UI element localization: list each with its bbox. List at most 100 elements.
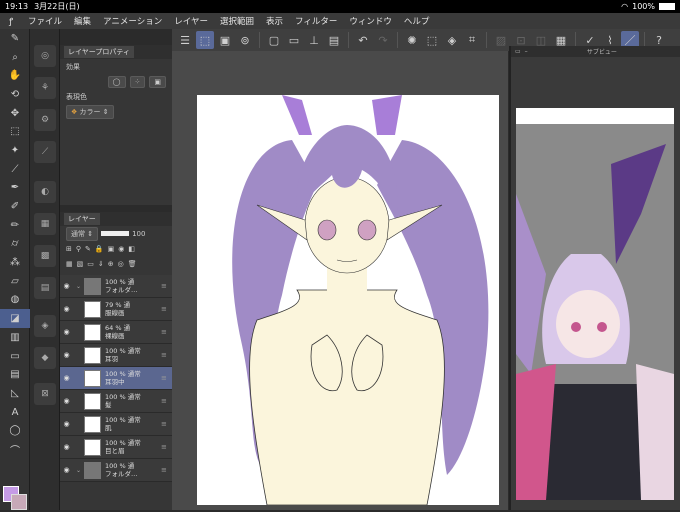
fill-bucket-icon[interactable]: ◪ <box>0 309 30 328</box>
drag-handle-icon[interactable]: ≡ <box>161 305 169 313</box>
new-file-icon[interactable]: ▢ <box>265 31 283 49</box>
layer-row[interactable]: ◉ 100 % 通常 目と眉 ≡ <box>60 436 172 459</box>
visibility-eye-icon[interactable]: ◉ <box>60 443 73 451</box>
move-icon[interactable]: ✥ <box>0 104 30 123</box>
lock-icon[interactable]: 🔒 <box>95 245 104 253</box>
drag-handle-icon[interactable]: ≡ <box>161 443 169 451</box>
layer-row[interactable]: ◉ 100 % 通常 耳羽 ≡ <box>60 344 172 367</box>
material-icon[interactable]: ⊠ <box>34 383 56 405</box>
loop-icon[interactable]: ⊚ <box>236 31 254 49</box>
loading-icon[interactable]: ✺ <box>403 31 421 49</box>
transfer-down-icon[interactable]: ⇓ <box>98 260 104 268</box>
frame-icon[interactable]: ▤ <box>0 365 30 384</box>
layer-property-icon[interactable]: ◈ <box>34 315 56 337</box>
color-swatches[interactable] <box>3 486 29 512</box>
layer-row[interactable]: ◉ ⌄ 100 % 通フォルダ… ≡ <box>60 459 172 482</box>
clip-icon[interactable]: ⊞ <box>66 245 72 253</box>
layer-lock-icon[interactable]: ⌄ <box>73 283 84 290</box>
gradient-icon[interactable]: ▥ <box>0 328 30 347</box>
layer-color-icon[interactable]: ▣ <box>149 75 166 88</box>
sub-color-swatch[interactable] <box>11 494 27 510</box>
layer-color-toggle-icon[interactable]: ◧ <box>128 245 135 253</box>
redo-icon[interactable]: ↷ <box>374 31 392 49</box>
visibility-eye-icon[interactable]: ◉ <box>60 328 73 336</box>
layer-row[interactable]: ◉ 100 % 通常髪 ≡ <box>60 390 172 413</box>
window-menu-icon[interactable]: ▭ <box>515 48 521 55</box>
hand-icon[interactable]: ✋ <box>0 66 30 85</box>
drag-handle-icon[interactable]: ≡ <box>161 374 169 382</box>
menu-file[interactable]: ファイル <box>22 15 68 27</box>
color-set-icon[interactable]: ▦ <box>34 213 56 235</box>
brush-size-icon[interactable]: ⟋ <box>34 141 56 163</box>
minimize-icon[interactable]: – <box>525 48 528 55</box>
magic-wand-icon[interactable]: ✦ <box>0 141 30 160</box>
app-logo-icon[interactable]: ꝭ <box>0 16 22 27</box>
navigator-icon[interactable]: ◎ <box>34 45 56 67</box>
drag-handle-icon[interactable]: ≡ <box>161 351 169 359</box>
eraser-icon[interactable]: ▱ <box>0 272 30 291</box>
layer-row[interactable]: ◉ 100 % 通常 耳羽中 ≡ <box>60 367 172 390</box>
menu-animation[interactable]: アニメーション <box>97 15 168 27</box>
drag-handle-icon[interactable]: ≡ <box>161 466 169 474</box>
drag-handle-icon[interactable]: ≡ <box>161 328 169 336</box>
visibility-eye-icon[interactable]: ◉ <box>60 397 73 405</box>
ruler-icon[interactable]: ◺ <box>0 384 30 403</box>
drag-handle-icon[interactable]: ≡ <box>161 420 169 428</box>
rotate-icon[interactable]: ⟲ <box>0 85 30 104</box>
mask-icon[interactable]: ◉ <box>118 245 124 253</box>
zoom-icon[interactable]: ⌕ <box>0 48 30 67</box>
marker-icon[interactable]: ✏ <box>0 216 30 235</box>
visibility-eye-icon[interactable]: ◉ <box>60 466 73 474</box>
text-icon[interactable]: A <box>0 403 30 422</box>
pen-icon[interactable]: ✒ <box>0 179 30 198</box>
pencil-icon[interactable]: ✐ <box>0 197 30 216</box>
layer-row[interactable]: ◉ 79 % 通服線画 ≡ <box>60 298 172 321</box>
menu-filter[interactable]: フィルター <box>289 15 343 27</box>
menu-layer[interactable]: レイヤー <box>168 15 214 27</box>
draft-icon[interactable]: ✎ <box>85 245 91 253</box>
layer-icon[interactable]: ◆ <box>34 347 56 369</box>
border-effect-icon[interactable]: ◯ <box>107 75 126 88</box>
open-folder-icon[interactable]: ▭ <box>285 31 303 49</box>
pen-brush-icon[interactable]: ✎ <box>0 29 30 48</box>
menu-edit[interactable]: 編集 <box>68 15 97 27</box>
transform-icon[interactable]: ⌗ <box>463 31 481 49</box>
undo-icon[interactable]: ↶ <box>354 31 372 49</box>
blend-icon[interactable]: ◍ <box>0 291 30 310</box>
eyedropper-icon[interactable]: ⟋ <box>0 160 30 179</box>
menu-help[interactable]: ヘルプ <box>398 15 436 27</box>
save-icon[interactable]: ⊥ <box>305 31 323 49</box>
visibility-eye-icon[interactable]: ◉ <box>60 374 73 382</box>
opacity-slider[interactable] <box>101 231 130 236</box>
clear-icon[interactable]: ⬚ <box>423 31 441 49</box>
drawing-canvas[interactable] <box>197 95 499 505</box>
tone-effect-icon[interactable]: ⁘ <box>129 75 146 88</box>
color-history-icon[interactable]: ▤ <box>34 277 56 299</box>
canvas-area[interactable] <box>172 51 508 510</box>
color-mode-select[interactable]: ❖ カラー ⇕ <box>66 104 114 119</box>
reference-icon[interactable]: ⚲ <box>76 245 81 253</box>
drag-handle-icon[interactable]: ≡ <box>161 397 169 405</box>
layer-preview-icon[interactable]: ▣ <box>216 31 234 49</box>
visibility-eye-icon[interactable]: ◉ <box>60 351 73 359</box>
layer-row[interactable]: ◉ 100 % 通常肌 ≡ <box>60 413 172 436</box>
lock-alpha-icon[interactable]: ▣ <box>108 245 115 253</box>
select-layer-tool-icon[interactable]: ⬚ <box>196 31 214 49</box>
visibility-eye-icon[interactable]: ◉ <box>60 420 73 428</box>
menu-window[interactable]: ウィンドウ <box>343 15 398 27</box>
visibility-eye-icon[interactable]: ◉ <box>60 282 73 290</box>
layer-row[interactable]: ◉ ⌄ 100 % 通フォルダ… ≡ <box>60 275 172 298</box>
export-icon[interactable]: ▤ <box>325 31 343 49</box>
airbrush-icon[interactable]: ⁂ <box>0 253 30 272</box>
layer-tab[interactable]: レイヤー <box>60 212 172 226</box>
fill-icon[interactable]: ◈ <box>443 31 461 49</box>
new-folder-icon[interactable]: ▭ <box>87 260 94 268</box>
delete-layer-icon[interactable]: 🗑 <box>128 260 137 268</box>
color-wheel-icon[interactable]: ◐ <box>34 181 56 203</box>
hamburger-menu-icon[interactable]: ☰ <box>176 31 194 49</box>
mask-create-icon[interactable]: ◎ <box>118 260 124 268</box>
menu-selection[interactable]: 選択範囲 <box>214 15 260 27</box>
layer-row[interactable]: ◉ 64 % 通裸線画 ≡ <box>60 321 172 344</box>
selection-icon[interactable]: ⬚ <box>0 122 30 141</box>
correction-icon[interactable]: ⌒ <box>0 440 30 459</box>
